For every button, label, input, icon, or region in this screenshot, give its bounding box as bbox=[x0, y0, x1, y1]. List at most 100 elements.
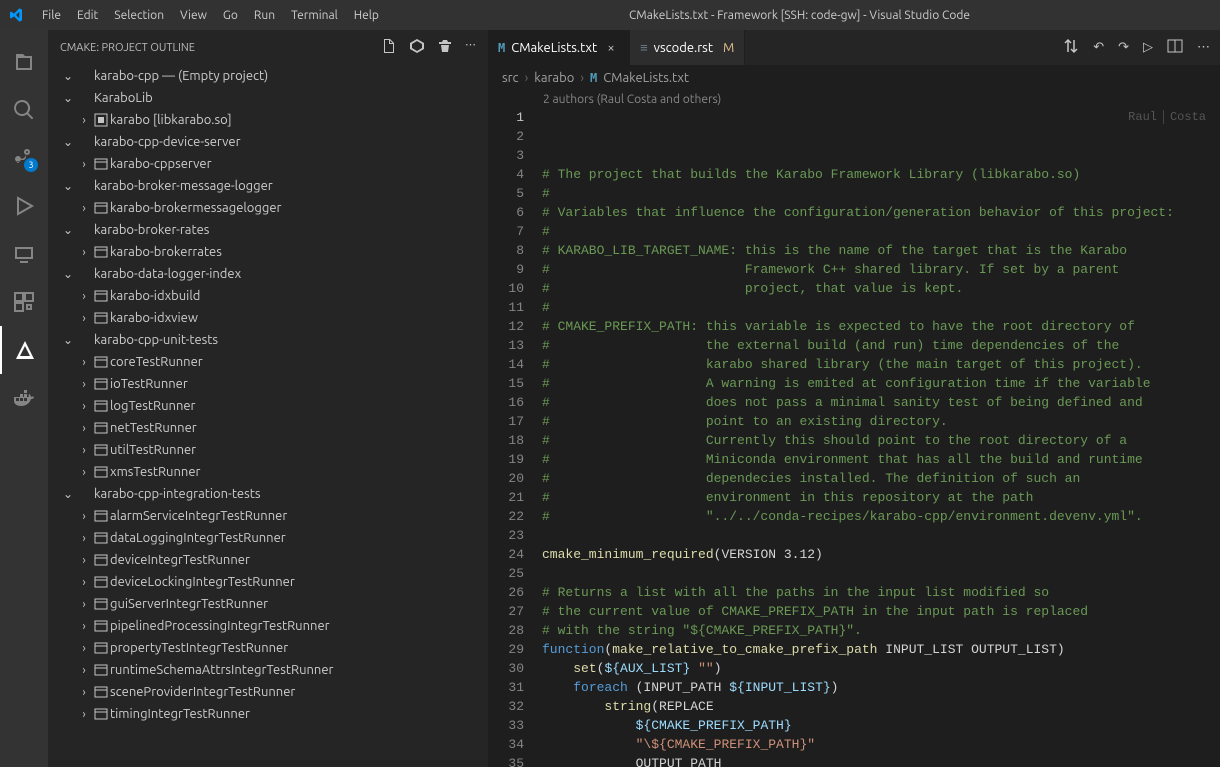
chevron-icon: › bbox=[76, 664, 92, 677]
menu-file[interactable]: File bbox=[34, 5, 69, 26]
authors-codelens[interactable]: 2 authors (Raul Costa and others) bbox=[488, 91, 1220, 108]
activity-extensions[interactable] bbox=[0, 278, 48, 326]
sidebar-header: CMAKE: PROJECT OUTLINE ⋯ bbox=[48, 30, 488, 65]
gitblame-codelens[interactable]: RaulCosta bbox=[1122, 108, 1212, 127]
run-icon[interactable]: ▷ bbox=[1143, 40, 1153, 55]
breadcrumb-segment[interactable]: CMakeLists.txt bbox=[603, 71, 689, 85]
split-editor-icon[interactable] bbox=[1167, 38, 1183, 57]
tree-item[interactable]: ›coreTestRunner bbox=[48, 351, 488, 373]
tree-item[interactable]: › alarmServiceIntegrTestRunner bbox=[48, 505, 488, 527]
tree-item[interactable]: ›timingIntegrTestRunner bbox=[48, 703, 488, 725]
window-title: CMakeLists.txt - Framework [SSH: code-gw… bbox=[387, 9, 1212, 22]
tree-item[interactable]: ›pipelinedProcessingIntegrTestRunner bbox=[48, 615, 488, 637]
tree-item[interactable]: ›karabo-brokerrates bbox=[48, 241, 488, 263]
tree-item[interactable]: ›logTestRunner bbox=[48, 395, 488, 417]
activity-remote[interactable] bbox=[0, 230, 48, 278]
tree-label: coreTestRunner bbox=[110, 355, 203, 369]
tree-label: logTestRunner bbox=[110, 399, 196, 413]
tree-item[interactable]: ›karabo [libkarabo.so] bbox=[48, 109, 488, 131]
tree-item[interactable]: ⌄karabo-broker-rates bbox=[48, 219, 488, 241]
tree-item[interactable]: ⌄karabo-data-logger-index bbox=[48, 263, 488, 285]
next-change-icon[interactable]: ↷ bbox=[1118, 40, 1129, 55]
item-icon bbox=[92, 662, 110, 678]
item-icon bbox=[92, 112, 110, 128]
tree-item[interactable]: ›propertyTestIntegrTestRunner bbox=[48, 637, 488, 659]
code-content[interactable]: RaulCosta # The project that builds the … bbox=[542, 108, 1220, 767]
code-editor[interactable]: 1234567891011121314151617181920212223242… bbox=[488, 108, 1220, 767]
tree-item[interactable]: ⌄karabo-cpp-integration-tests bbox=[48, 483, 488, 505]
tree-item[interactable]: ›sceneProviderIntegrTestRunner bbox=[48, 681, 488, 703]
sidebar-action-newfile-icon[interactable] bbox=[381, 38, 397, 57]
tree-item[interactable]: ›karabo-idxview bbox=[48, 307, 488, 329]
tree-item[interactable]: ⌄karabo-cpp-device-server bbox=[48, 131, 488, 153]
tree-item[interactable]: ⌄karabo-cpp — (Empty project) bbox=[48, 65, 488, 87]
menu-help[interactable]: Help bbox=[346, 5, 387, 26]
chevron-icon: › bbox=[76, 554, 92, 567]
tab-vscode-rst[interactable]: ≡vscode.rstM bbox=[630, 30, 745, 65]
activity-search[interactable] bbox=[0, 86, 48, 134]
activity-cmake[interactable] bbox=[0, 326, 48, 374]
activity-run[interactable] bbox=[0, 182, 48, 230]
chevron-icon: › bbox=[76, 708, 92, 721]
item-icon bbox=[92, 464, 110, 480]
cmake-file-icon: M bbox=[498, 41, 505, 55]
tree-item[interactable]: ⌄karabo-cpp-unit-tests bbox=[48, 329, 488, 351]
blame-author[interactable]: Raul bbox=[1122, 110, 1163, 124]
chevron-icon: › bbox=[76, 576, 92, 589]
tree-label: karabo-cpp-integration-tests bbox=[94, 487, 260, 501]
sidebar-action-more-icon[interactable]: ⋯ bbox=[465, 38, 476, 57]
tree-label: alarmServiceIntegrTestRunner bbox=[110, 509, 287, 523]
tree-label: ioTestRunner bbox=[110, 377, 188, 391]
compare-icon[interactable] bbox=[1063, 38, 1079, 57]
tree-item[interactable]: ›karabo-idxbuild bbox=[48, 285, 488, 307]
tree-label: karabo-broker-rates bbox=[94, 223, 209, 237]
previous-change-icon[interactable]: ↶ bbox=[1093, 40, 1104, 55]
tree-item[interactable]: ›karabo-brokermessagelogger bbox=[48, 197, 488, 219]
menu-terminal[interactable]: Terminal bbox=[283, 5, 346, 26]
project-outline-tree[interactable]: ⌄karabo-cpp — (Empty project)⌄KaraboLib›… bbox=[48, 65, 488, 767]
more-icon[interactable]: ⋯ bbox=[1197, 40, 1210, 55]
item-icon bbox=[92, 530, 110, 546]
chevron-icon: › bbox=[76, 510, 92, 523]
sidebar-action-build-icon[interactable] bbox=[409, 38, 425, 57]
tree-item[interactable]: ›runtimeSchemaAttrsIntegrTestRunner bbox=[48, 659, 488, 681]
blame-author[interactable]: Costa bbox=[1163, 110, 1212, 124]
tree-item[interactable]: ›xmsTestRunner bbox=[48, 461, 488, 483]
tree-item[interactable]: ›guiServerIntegrTestRunner bbox=[48, 593, 488, 615]
chevron-icon: ⌄ bbox=[60, 91, 76, 105]
tree-item[interactable]: ⌄KaraboLib bbox=[48, 87, 488, 109]
tree-item[interactable]: ›utilTestRunner bbox=[48, 439, 488, 461]
menu-selection[interactable]: Selection bbox=[106, 5, 172, 26]
sidebar-title: CMAKE: PROJECT OUTLINE bbox=[60, 42, 381, 54]
activity-explorer[interactable] bbox=[0, 38, 48, 86]
close-icon[interactable]: × bbox=[603, 41, 619, 55]
activity-scm[interactable]: 3 bbox=[0, 134, 48, 182]
item-icon bbox=[92, 442, 110, 458]
tree-item[interactable]: ⌄karabo-broker-message-logger bbox=[48, 175, 488, 197]
menu-run[interactable]: Run bbox=[246, 5, 283, 26]
chevron-right-icon: › bbox=[525, 71, 529, 85]
breadcrumb-segment[interactable]: karabo bbox=[534, 71, 574, 85]
chevron-icon: › bbox=[76, 642, 92, 655]
tree-label: netTestRunner bbox=[110, 421, 197, 435]
tab-cmakelists-txt[interactable]: MCMakeLists.txt× bbox=[488, 30, 630, 65]
tree-item[interactable]: ›dataLoggingIntegrTestRunner bbox=[48, 527, 488, 549]
chevron-icon: › bbox=[76, 114, 92, 127]
tree-item[interactable]: ›ioTestRunner bbox=[48, 373, 488, 395]
tree-item[interactable]: ›karabo-cppserver bbox=[48, 153, 488, 175]
cmake-file-icon: M bbox=[590, 71, 597, 85]
menu-go[interactable]: Go bbox=[215, 5, 246, 26]
menu-edit[interactable]: Edit bbox=[69, 5, 106, 26]
scm-badge: 3 bbox=[24, 158, 38, 172]
tree-item[interactable]: ›deviceIntegrTestRunner bbox=[48, 549, 488, 571]
activity-docker[interactable] bbox=[0, 374, 48, 422]
tree-label: sceneProviderIntegrTestRunner bbox=[110, 685, 295, 699]
breadcrumb[interactable]: src› karabo›M CMakeLists.txt bbox=[488, 65, 1220, 91]
breadcrumb-segment[interactable]: src bbox=[502, 71, 519, 85]
menu-view[interactable]: View bbox=[172, 5, 215, 26]
tree-item[interactable]: ›deviceLockingIntegrTestRunner bbox=[48, 571, 488, 593]
sidebar-action-clean-icon[interactable] bbox=[437, 38, 453, 57]
chevron-icon: ⌄ bbox=[60, 135, 76, 149]
chevron-icon: ⌄ bbox=[60, 333, 76, 347]
tree-item[interactable]: ›netTestRunner bbox=[48, 417, 488, 439]
